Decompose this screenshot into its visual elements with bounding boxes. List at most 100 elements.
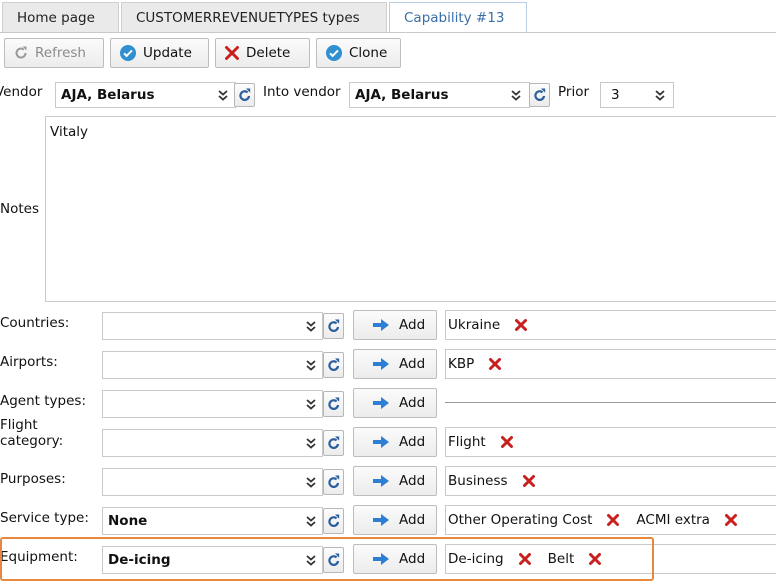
refresh-icon bbox=[15, 46, 27, 59]
arrow-right-icon bbox=[373, 514, 389, 526]
airports-tag-list: KBP bbox=[445, 349, 776, 379]
add-label: Add bbox=[399, 317, 426, 333]
flight-category-add-button[interactable]: Add bbox=[353, 427, 437, 457]
tab-label: CUSTOMERREVENUETYPES types bbox=[136, 10, 360, 26]
chevron-down-icon[interactable] bbox=[302, 473, 320, 491]
into-vendor-select[interactable]: AJA, Belarus bbox=[349, 82, 530, 108]
add-label: Add bbox=[399, 512, 426, 528]
tag-label: Business bbox=[448, 473, 508, 489]
chevron-down-icon[interactable] bbox=[302, 512, 320, 530]
clone-button[interactable]: Clone bbox=[316, 38, 401, 68]
tab-label: Home page bbox=[17, 10, 95, 26]
service-type-select[interactable]: None bbox=[102, 507, 323, 535]
tab-customerrevenuetypes[interactable]: CUSTOMERREVENUETYPES types bbox=[121, 2, 387, 32]
refresh-icon bbox=[327, 397, 339, 410]
tab-home-page[interactable]: Home page bbox=[2, 2, 119, 32]
clone-label: Clone bbox=[349, 45, 388, 61]
tab-label: Capability #13 bbox=[404, 10, 505, 26]
remove-x-icon[interactable] bbox=[500, 435, 514, 449]
agent-types-add-button[interactable]: Add bbox=[353, 388, 437, 418]
service-type-tag-list: Other Operating Cost ACMI extra bbox=[445, 505, 776, 535]
chevron-down-icon[interactable] bbox=[651, 86, 669, 104]
agent-types-refresh-button[interactable] bbox=[323, 391, 344, 417]
arrow-right-icon bbox=[373, 397, 389, 409]
service-type-label: Service type: bbox=[0, 510, 89, 526]
service-type-refresh-button[interactable] bbox=[323, 508, 344, 534]
tag-item: Ukraine bbox=[448, 317, 528, 333]
vendor-refresh-button[interactable] bbox=[234, 83, 255, 107]
flight-category-refresh-button[interactable] bbox=[323, 430, 344, 456]
purposes-label: Purposes: bbox=[0, 471, 66, 487]
countries-label: Countries: bbox=[0, 315, 70, 331]
chevron-down-icon[interactable] bbox=[302, 356, 320, 374]
chevron-down-icon[interactable] bbox=[302, 395, 320, 413]
vendor-select[interactable]: AJA, Belarus bbox=[55, 82, 236, 108]
remove-x-icon[interactable] bbox=[606, 513, 620, 527]
airports-select[interactable] bbox=[102, 351, 323, 379]
agent-types-select[interactable] bbox=[102, 390, 323, 418]
delete-button[interactable]: Delete bbox=[215, 38, 310, 68]
refresh-button[interactable]: Refresh bbox=[4, 38, 104, 68]
add-label: Add bbox=[399, 395, 426, 411]
check-circle-icon bbox=[326, 45, 342, 61]
refresh-label: Refresh bbox=[35, 45, 86, 61]
countries-select[interactable] bbox=[102, 312, 323, 340]
countries-refresh-button[interactable] bbox=[323, 313, 344, 339]
chevron-down-icon[interactable] bbox=[302, 317, 320, 335]
refresh-icon bbox=[327, 514, 339, 527]
tag-item: Other Operating Cost bbox=[448, 512, 620, 528]
agent-types-empty-list bbox=[445, 402, 776, 403]
airports-refresh-button[interactable] bbox=[323, 352, 344, 378]
notes-textarea[interactable]: Vitaly bbox=[45, 116, 776, 302]
tab-divider bbox=[0, 32, 776, 33]
remove-x-icon[interactable] bbox=[522, 474, 536, 488]
notes-label: Notes bbox=[0, 201, 39, 217]
purposes-refresh-button[interactable] bbox=[323, 469, 344, 495]
refresh-icon bbox=[327, 475, 339, 488]
purposes-tag-list: Business bbox=[445, 466, 776, 496]
vendor-value: AJA, Belarus bbox=[61, 87, 155, 103]
airports-add-button[interactable]: Add bbox=[353, 349, 437, 379]
label-line: category: bbox=[0, 433, 64, 449]
equipment-highlight bbox=[0, 537, 654, 581]
into-vendor-label: Into vendor bbox=[263, 84, 341, 100]
tag-label: Flight bbox=[448, 434, 486, 450]
tab-bar: Home page CUSTOMERREVENUETYPES types Cap… bbox=[0, 0, 776, 36]
remove-x-icon[interactable] bbox=[514, 318, 528, 332]
refresh-icon bbox=[533, 88, 545, 101]
remove-x-icon[interactable] bbox=[488, 357, 502, 371]
purposes-add-button[interactable]: Add bbox=[353, 466, 437, 496]
chevron-down-icon[interactable] bbox=[302, 434, 320, 452]
prior-value: 3 bbox=[611, 87, 620, 103]
refresh-icon bbox=[238, 88, 250, 101]
check-circle-icon bbox=[120, 45, 136, 61]
flight-category-select[interactable] bbox=[102, 429, 323, 457]
notes-value: Vitaly bbox=[50, 124, 88, 140]
tab-capability[interactable]: Capability #13 bbox=[389, 2, 527, 33]
update-button[interactable]: Update bbox=[110, 38, 209, 68]
into-vendor-refresh-button[interactable] bbox=[529, 83, 550, 107]
refresh-icon bbox=[327, 358, 339, 371]
add-label: Add bbox=[399, 473, 426, 489]
vendor-label: Vendor bbox=[0, 84, 43, 100]
service-type-add-button[interactable]: Add bbox=[353, 505, 437, 535]
remove-x-icon[interactable] bbox=[724, 513, 738, 527]
arrow-right-icon bbox=[373, 319, 389, 331]
countries-add-button[interactable]: Add bbox=[353, 310, 437, 340]
purposes-select[interactable] bbox=[102, 468, 323, 496]
chevron-down-icon[interactable] bbox=[214, 86, 232, 104]
chevron-down-icon[interactable] bbox=[507, 86, 525, 104]
update-label: Update bbox=[143, 45, 192, 61]
tag-label: Other Operating Cost bbox=[448, 512, 593, 528]
tag-label: KBP bbox=[448, 356, 475, 372]
into-vendor-value: AJA, Belarus bbox=[355, 87, 449, 103]
refresh-icon bbox=[327, 436, 339, 449]
arrow-right-icon bbox=[373, 475, 389, 487]
tag-item: Flight bbox=[448, 434, 514, 450]
tag-label: ACMI extra bbox=[636, 512, 710, 528]
flight-category-label: Flight category: bbox=[0, 417, 63, 449]
tag-label: Ukraine bbox=[448, 317, 501, 333]
add-label: Add bbox=[399, 356, 426, 372]
arrow-right-icon bbox=[373, 358, 389, 370]
delete-x-icon bbox=[225, 46, 239, 60]
